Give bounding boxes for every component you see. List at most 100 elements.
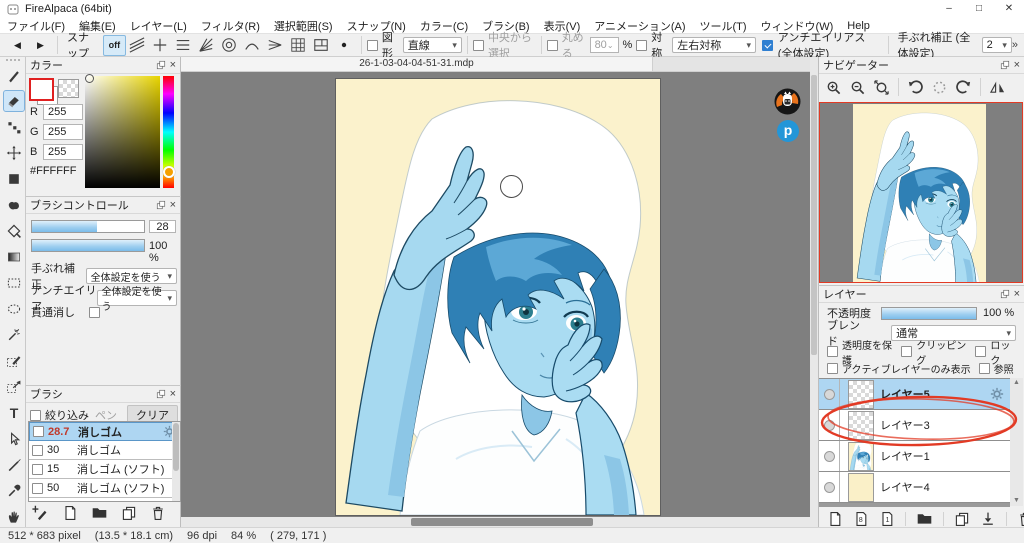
menu-filter[interactable]: フィルタ(R) — [194, 18, 267, 34]
close-icon[interactable]: × — [170, 388, 176, 400]
canvas-h-scrollbar[interactable] — [181, 517, 810, 527]
menu-file[interactable]: ファイル(F) — [0, 18, 72, 34]
dock-icon[interactable] — [1000, 289, 1010, 299]
scroll-down-icon[interactable]: ▼ — [1010, 496, 1023, 506]
zoom-fit-icon[interactable] — [873, 79, 890, 96]
menu-select[interactable]: 選択範囲(S) — [267, 18, 340, 34]
hand-tool-button[interactable] — [3, 506, 25, 528]
r-input[interactable]: 255 — [43, 104, 83, 120]
shape-checkbox[interactable] — [367, 40, 378, 51]
brush-filter-checkbox[interactable] — [30, 410, 41, 421]
canvas-image[interactable] — [336, 79, 660, 515]
gradient-tool-button[interactable] — [3, 246, 25, 268]
eraser-tool-button[interactable] — [3, 90, 25, 112]
prev-brush-button[interactable]: ◀ — [6, 35, 29, 56]
brush-fav-checkbox[interactable] — [33, 426, 44, 437]
navigator-view[interactable] — [819, 102, 1023, 283]
layer-row[interactable]: レイヤー3 — [819, 410, 1010, 441]
transparent-color-swatch[interactable] — [58, 79, 79, 98]
brush-row[interactable]: 150消しゴム (ソフト) — [29, 498, 180, 502]
pen-tool-button[interactable] — [3, 65, 25, 87]
layer-visibility-toggle[interactable] — [819, 472, 840, 502]
snap-off-button[interactable]: off — [103, 35, 126, 56]
zoom-out-icon[interactable] — [849, 79, 866, 96]
layer-visibility-toggle[interactable] — [819, 441, 840, 471]
close-button[interactable]: ✕ — [994, 1, 1024, 17]
active-only-checkbox[interactable] — [827, 363, 838, 374]
menu-layer[interactable]: レイヤー(L) — [123, 18, 194, 34]
brush-fav-checkbox[interactable] — [32, 502, 43, 503]
close-icon[interactable]: × — [170, 59, 176, 71]
snap-panel-button[interactable] — [310, 35, 333, 56]
brush-row[interactable]: 50消しゴム (ソフト) — [29, 479, 180, 498]
round-checkbox[interactable] — [547, 40, 558, 51]
menu-tool[interactable]: ツール(T) — [693, 18, 754, 34]
maximize-button[interactable]: □ — [964, 1, 994, 17]
brush-fav-checkbox[interactable] — [32, 445, 43, 456]
brush-size-slider[interactable] — [31, 220, 145, 233]
brush-size-value[interactable]: 28 — [149, 220, 176, 233]
lasso-select-tool-button[interactable] — [3, 298, 25, 320]
close-icon[interactable]: × — [1014, 288, 1020, 300]
round-value-spinner[interactable]: 80⌄ — [590, 37, 619, 53]
clipping-checkbox[interactable] — [901, 346, 912, 357]
stabilizer-select[interactable]: 2▾ — [982, 37, 1012, 53]
new-1bit-layer-button[interactable]: 1 — [879, 511, 895, 527]
rotate-cw-icon[interactable] — [955, 79, 972, 96]
menu-snap[interactable]: スナップ(N) — [340, 18, 413, 34]
foreground-color-swatch[interactable] — [29, 78, 54, 101]
fill-tool-button[interactable] — [3, 168, 25, 190]
snap-parallel-button[interactable] — [126, 35, 149, 56]
brush-opacity-slider[interactable] — [31, 239, 145, 252]
snap-radial-button[interactable] — [195, 35, 218, 56]
antialias-select[interactable]: 全体設定を使う▾ — [97, 290, 177, 306]
zoom-in-icon[interactable] — [825, 79, 842, 96]
close-icon[interactable]: × — [1014, 59, 1020, 71]
dock-icon[interactable] — [156, 389, 166, 399]
magic-wand-tool-button[interactable] — [3, 324, 25, 346]
hue-bar[interactable] — [163, 76, 174, 188]
line-tool-button[interactable] — [3, 454, 25, 476]
merge-down-button[interactable] — [980, 511, 996, 527]
flip-horizontal-icon[interactable] — [989, 79, 1006, 96]
menu-color[interactable]: カラー(C) — [413, 18, 475, 34]
text-tool-button[interactable]: T — [3, 402, 25, 424]
opacity-slider[interactable] — [881, 307, 977, 320]
menu-animation[interactable]: アニメーション(A) — [587, 18, 692, 34]
protect-alpha-checkbox[interactable] — [827, 346, 838, 357]
symmetry-select[interactable]: 左右対称▾ — [672, 37, 756, 53]
symmetry-checkbox[interactable] — [636, 40, 647, 51]
layer-list-scrollbar[interactable]: ▲ ▼ — [1010, 378, 1023, 506]
brush-fav-checkbox[interactable] — [32, 464, 43, 475]
brush-row[interactable]: 30消しゴム — [29, 441, 180, 460]
brush-list-scrollbar[interactable] — [172, 422, 180, 501]
minimize-button[interactable]: – — [934, 1, 964, 17]
layer-folder-button[interactable] — [916, 510, 933, 527]
new-layer-button[interactable] — [827, 511, 843, 527]
layer-row-selected[interactable]: レイヤー5 — [819, 379, 1010, 410]
b-input[interactable]: 255 — [43, 144, 83, 160]
delete-layer-button[interactable] — [1017, 511, 1024, 527]
new-8bit-layer-button[interactable]: 8 — [853, 511, 869, 527]
snap-grid-button[interactable] — [287, 35, 310, 56]
brush-row-selected[interactable]: 28.7 消しゴム — [29, 422, 180, 441]
polygon-tool-button[interactable] — [3, 220, 25, 242]
saturation-value-picker[interactable] — [85, 76, 160, 188]
dock-icon[interactable] — [156, 200, 166, 210]
layer-visibility-toggle[interactable] — [819, 410, 840, 440]
antialias-checkbox[interactable] — [762, 40, 773, 51]
scatter-tool-button[interactable] — [3, 116, 25, 138]
snap-dot-button[interactable] — [333, 35, 356, 56]
canvas-v-scrollbar[interactable] — [810, 57, 818, 527]
snap-curve-button[interactable] — [241, 35, 264, 56]
reference-checkbox[interactable] — [979, 363, 990, 374]
blob-tool-button[interactable] — [3, 194, 25, 216]
p-badge-icon[interactable]: p — [777, 120, 799, 142]
layer-settings-gear-icon[interactable] — [990, 387, 1004, 401]
layer-row[interactable]: レイヤー4 — [819, 472, 1010, 503]
select-eraser-tool-button[interactable] — [3, 376, 25, 398]
brush-folder-button[interactable] — [91, 504, 108, 521]
delete-brush-button[interactable] — [150, 505, 166, 521]
rotate-ccw-icon[interactable] — [907, 79, 924, 96]
shape-select[interactable]: 直線▾ — [403, 37, 462, 53]
